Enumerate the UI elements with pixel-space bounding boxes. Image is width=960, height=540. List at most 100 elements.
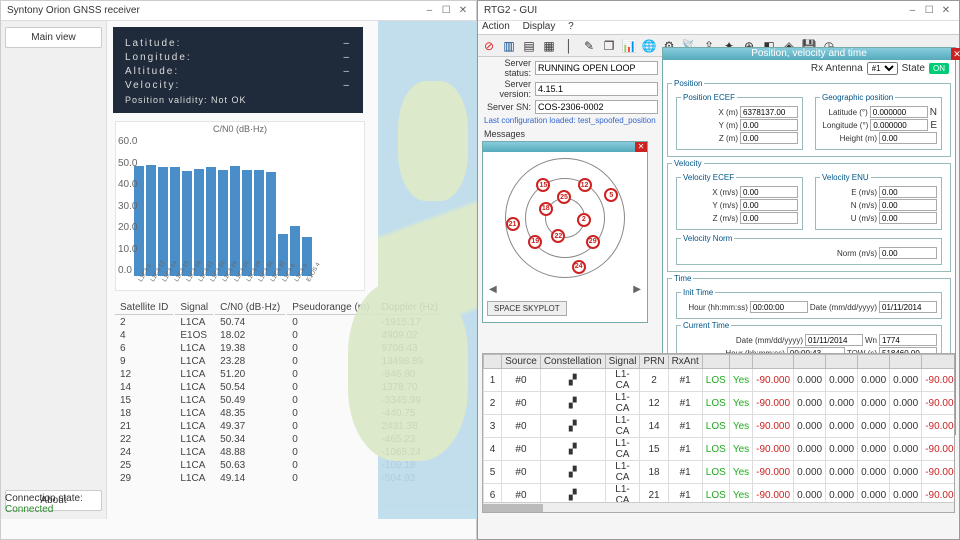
hgt-field[interactable] bbox=[879, 132, 937, 144]
vu-label: U (m/s) bbox=[851, 214, 877, 223]
edit-icon[interactable]: ✎ bbox=[580, 37, 598, 55]
position-group: Position Position ECEF X (m) Y (m) Z (m)… bbox=[667, 79, 951, 157]
pvt-panel-header[interactable]: Position, velocity and time ✕ bbox=[663, 48, 955, 60]
skyplot-sat[interactable]: 2 bbox=[577, 213, 591, 227]
rtg2-window: RTG2 - GUI – ☐ ✕ Action Display ? ⊘ ▥ ▤ … bbox=[477, 0, 960, 540]
vy-field[interactable] bbox=[740, 199, 798, 211]
skyplot-sat[interactable]: 18 bbox=[539, 202, 553, 216]
sidebar-left: Main view About Connection state: Connec… bbox=[1, 21, 107, 519]
antenna-select[interactable]: #1 bbox=[867, 62, 898, 75]
lon-field[interactable] bbox=[870, 119, 928, 131]
connection-state-label: Connection state: bbox=[5, 493, 83, 504]
skyplot-header[interactable]: ✕ bbox=[483, 142, 647, 152]
globe-icon[interactable]: 🌐 bbox=[640, 37, 658, 55]
vx-field[interactable] bbox=[740, 186, 798, 198]
window-icon[interactable]: ❐ bbox=[600, 37, 618, 55]
y-field[interactable] bbox=[740, 119, 798, 131]
menu-help[interactable]: ? bbox=[568, 21, 574, 32]
velocity-group: Velocity Velocity ECEF X (m/s) Y (m/s) Z… bbox=[667, 159, 951, 272]
menu-display[interactable]: Display bbox=[523, 21, 556, 32]
position-status-panel: Latitude:–Longitude:–Altitude:–Velocity:… bbox=[113, 27, 363, 113]
skyplot-nav: ◀ ▶ bbox=[483, 284, 647, 299]
cur-time-legend: Current Time bbox=[681, 321, 731, 330]
init-date-label: Date (mm/dd/yyyy) bbox=[810, 303, 877, 312]
maximize-icon[interactable]: ☐ bbox=[922, 5, 936, 16]
space-skyplot-button[interactable]: SPACE SKYPLOT bbox=[487, 301, 567, 316]
next-icon[interactable]: ▶ bbox=[633, 284, 641, 295]
skyplot-sat[interactable]: 12 bbox=[578, 178, 592, 192]
skyplot-sat[interactable]: 21 bbox=[506, 217, 520, 231]
minimize-icon[interactable]: – bbox=[905, 5, 919, 16]
app-title-right: RTG2 - GUI bbox=[484, 5, 537, 16]
bar bbox=[170, 167, 180, 276]
skyplot-sat[interactable]: 25 bbox=[557, 190, 571, 204]
minimize-icon[interactable]: – bbox=[422, 5, 436, 16]
skyplot-panel: ✕ 25125229242219211815 ◀ ▶ SPACE SKYPLOT bbox=[482, 141, 648, 323]
vn-label: N (m/s) bbox=[851, 201, 877, 210]
messages-label: Messages bbox=[484, 129, 656, 139]
bar bbox=[158, 167, 168, 276]
horizontal-scrollbar[interactable] bbox=[483, 502, 954, 512]
vu-field[interactable] bbox=[879, 212, 937, 224]
table-row[interactable]: 4#0▞L1-CA15#1LOSYes-90.0000.0000.0000.00… bbox=[484, 438, 956, 461]
z-label: Z (m) bbox=[719, 134, 738, 143]
body-right: Server status: Server version: Server SN… bbox=[482, 57, 955, 537]
ve-field[interactable] bbox=[879, 186, 937, 198]
vz-field[interactable] bbox=[740, 212, 798, 224]
signals-grid[interactable]: SourceConstellationSignalPRNRxAnt1#0▞L1-… bbox=[482, 353, 955, 513]
main-view-button[interactable]: Main view bbox=[5, 27, 102, 48]
prev-icon[interactable]: ◀ bbox=[489, 284, 497, 295]
server-sn-field bbox=[535, 100, 658, 114]
skyplot-sat[interactable]: 24 bbox=[572, 260, 586, 274]
close-icon[interactable]: ✕ bbox=[939, 5, 953, 16]
z-field[interactable] bbox=[740, 132, 798, 144]
cn0-chart: C/N0 (dB·Hz) 60.050.040.030.020.010.00.0… bbox=[115, 121, 365, 291]
table-row[interactable]: 2#0▞L1-CA12#1LOSYes-90.0000.0000.0000.00… bbox=[484, 392, 956, 415]
table-row[interactable]: 1#0▞L1-CA2#1LOSYes-90.0000.0000.0000.000… bbox=[484, 369, 956, 392]
vnorm-group: Velocity Norm Norm (m/s) bbox=[676, 234, 942, 265]
pvt-panel-title: Position, velocity and time bbox=[751, 48, 867, 59]
x-label: X (m) bbox=[718, 108, 738, 117]
connection-state-value: Connected bbox=[5, 504, 83, 515]
init-hour-field[interactable] bbox=[750, 301, 808, 313]
init-date-field[interactable] bbox=[879, 301, 937, 313]
server-version-label: Server version: bbox=[482, 79, 535, 99]
chart-icon[interactable]: 📊 bbox=[620, 37, 638, 55]
scrollbar-thumb[interactable] bbox=[483, 504, 543, 512]
skyplot-sat[interactable]: 29 bbox=[586, 235, 600, 249]
titlebar-right: RTG2 - GUI – ☐ ✕ bbox=[478, 1, 959, 21]
pane3-icon[interactable]: ▦ bbox=[540, 37, 558, 55]
state-badge[interactable]: ON bbox=[929, 63, 949, 74]
wn-label: Wn bbox=[865, 336, 877, 345]
map-view[interactable] bbox=[378, 21, 478, 519]
hgt-label: Height (m) bbox=[840, 134, 877, 143]
vnorm-legend: Velocity Norm bbox=[681, 234, 734, 243]
vecef-group: Velocity ECEF X (m/s) Y (m/s) Z (m/s) bbox=[676, 173, 803, 230]
table-row[interactable]: 3#0▞L1-CA14#1LOSYes-90.0000.0000.0000.00… bbox=[484, 415, 956, 438]
skyplot-close-icon[interactable]: ✕ bbox=[635, 142, 647, 152]
window-controls-right: – ☐ ✕ bbox=[905, 5, 953, 16]
server-version-field bbox=[535, 82, 658, 96]
pane1-icon[interactable]: ▥ bbox=[500, 37, 518, 55]
lat-field[interactable] bbox=[870, 106, 928, 118]
wn-field[interactable] bbox=[879, 334, 937, 346]
ecef-group: Position ECEF X (m) Y (m) Z (m) bbox=[676, 93, 803, 150]
pvt-close-icon[interactable]: ✕ bbox=[951, 48, 960, 60]
table-row[interactable]: 5#0▞L1-CA18#1LOSYes-90.0000.0000.0000.00… bbox=[484, 461, 956, 484]
norm-field[interactable] bbox=[879, 247, 937, 259]
maximize-icon[interactable]: ☐ bbox=[439, 5, 453, 16]
vecef-legend: Velocity ECEF bbox=[681, 173, 736, 182]
last-config-link[interactable]: Last configuration loaded: test_spoofed_… bbox=[484, 116, 658, 125]
vy-label: Y (m/s) bbox=[712, 201, 738, 210]
pane2-icon[interactable]: ▤ bbox=[520, 37, 538, 55]
stop-icon[interactable]: ⊘ bbox=[480, 37, 498, 55]
menu-action[interactable]: Action bbox=[482, 21, 510, 32]
close-icon[interactable]: ✕ bbox=[456, 5, 470, 16]
x-field[interactable] bbox=[740, 106, 798, 118]
chart-title: C/N0 (dB·Hz) bbox=[116, 122, 364, 136]
menubar: Action Display ? bbox=[478, 21, 959, 35]
vn-field[interactable] bbox=[879, 199, 937, 211]
antenna-label: Rx Antenna bbox=[811, 63, 863, 74]
cur-date-field[interactable] bbox=[805, 334, 863, 346]
state-label: State bbox=[902, 63, 925, 74]
